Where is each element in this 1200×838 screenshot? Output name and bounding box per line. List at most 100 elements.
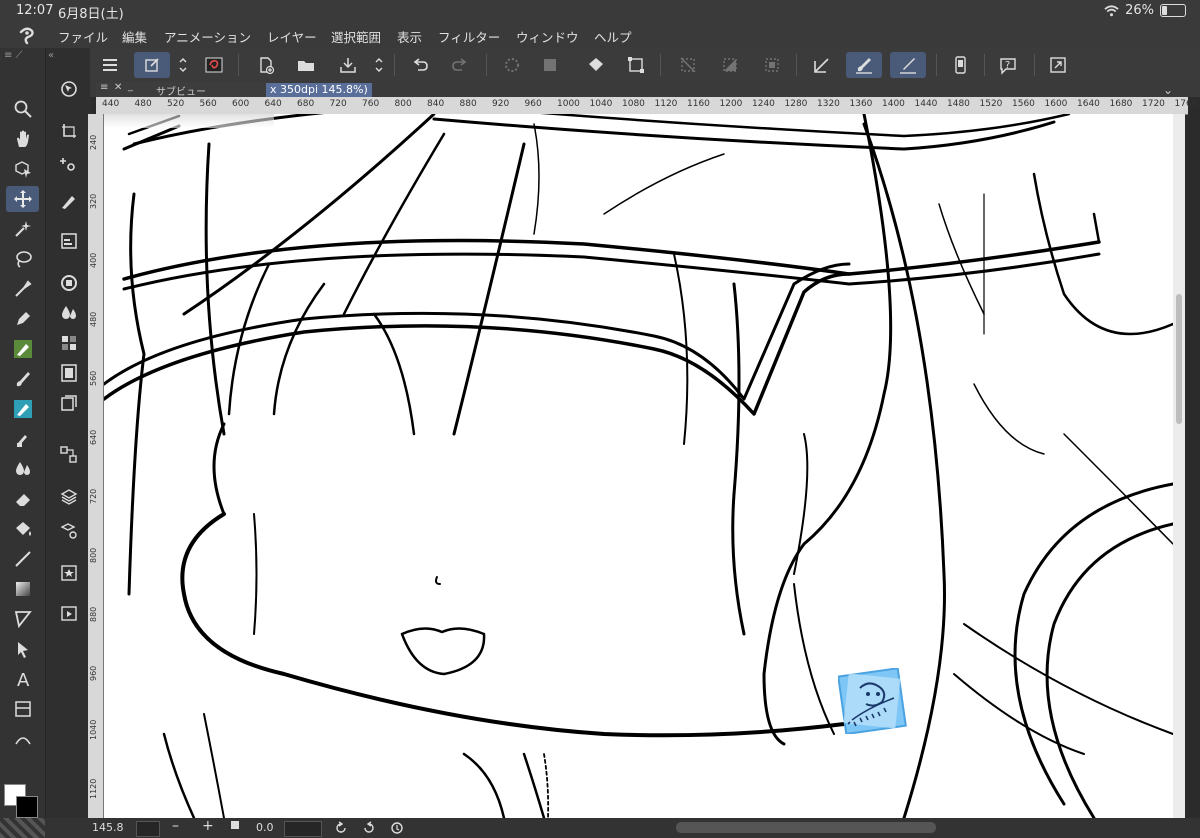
tool-airbrush[interactable] xyxy=(6,396,39,422)
selection-launcher-button[interactable] xyxy=(758,52,786,78)
tool-line[interactable] xyxy=(6,546,39,572)
subtool-color-wheel[interactable] xyxy=(52,270,85,296)
menu-selection[interactable]: 選択範囲 xyxy=(331,27,381,46)
menu-view[interactable]: 表示 xyxy=(397,27,422,46)
subview-menu-icon[interactable]: ≡ xyxy=(100,82,108,93)
fill-button[interactable] xyxy=(582,52,610,78)
tool-ruler[interactable] xyxy=(6,726,39,752)
tool-move[interactable] xyxy=(6,186,39,212)
menu-layer[interactable]: レイヤー xyxy=(267,27,317,46)
subtool-layer-property[interactable] xyxy=(52,228,85,254)
subtool-color-drops[interactable] xyxy=(52,300,85,326)
tool-text[interactable]: A xyxy=(6,666,39,692)
sub-color-swatch[interactable] xyxy=(16,796,38,818)
save-button[interactable] xyxy=(334,52,362,78)
stepper-up-down-2[interactable] xyxy=(372,52,386,78)
tool-operation[interactable] xyxy=(6,636,39,662)
menu-help[interactable]: ヘルプ xyxy=(594,27,632,46)
app-logo-icon[interactable] xyxy=(16,25,38,45)
subtool-color-set[interactable] xyxy=(52,330,85,356)
menu-animation[interactable]: アニメーション xyxy=(164,27,251,46)
subtool-brush-size[interactable] xyxy=(52,188,85,214)
invert-selection-button[interactable] xyxy=(716,52,744,78)
tool-zoom[interactable] xyxy=(6,96,39,122)
tool-pencil[interactable] xyxy=(6,336,39,362)
subtool-animation-cels[interactable] xyxy=(52,390,85,416)
document-info[interactable]: x 350dpi 145.8%) xyxy=(266,83,372,97)
text-a-icon: A xyxy=(17,670,30,689)
zoom-field[interactable] xyxy=(136,821,160,837)
close-icon[interactable]: ✕ xyxy=(114,82,122,93)
chevron-down-icon[interactable]: ⌄ xyxy=(1163,83,1173,97)
tool-frame[interactable] xyxy=(6,606,39,632)
menu-filter[interactable]: フィルター xyxy=(438,27,500,46)
rotation-value[interactable]: 0.0 xyxy=(256,821,274,834)
tool-brush[interactable] xyxy=(6,366,39,392)
tool-decoration[interactable] xyxy=(6,426,39,452)
clear-button[interactable] xyxy=(536,52,564,78)
tool-object[interactable] xyxy=(6,156,39,182)
subtool-material[interactable] xyxy=(52,560,85,586)
horizontal-scrollbar[interactable] xyxy=(676,822,936,833)
drawing-canvas[interactable] xyxy=(104,114,1173,818)
transparent-color-swatch[interactable] xyxy=(0,818,45,838)
menu-file[interactable]: ファイル xyxy=(58,27,108,46)
fit-screen-button[interactable] xyxy=(231,821,239,829)
scroll-thumb[interactable] xyxy=(1176,294,1182,424)
subtool-settings[interactable] xyxy=(52,152,85,178)
tool-eyedropper[interactable] xyxy=(6,276,39,302)
tool-balloon[interactable] xyxy=(6,696,39,722)
menu-toggle-button[interactable] xyxy=(96,52,124,78)
open-folder-button[interactable] xyxy=(292,52,320,78)
new-canvas-icon xyxy=(145,58,159,72)
snap-special-ruler-button[interactable] xyxy=(846,52,882,78)
zoom-value[interactable]: 145.8 xyxy=(92,821,124,834)
tool-hand[interactable] xyxy=(6,126,39,152)
undo-button[interactable] xyxy=(406,52,434,78)
rotate-left-icon[interactable] xyxy=(334,821,348,835)
tool-auto-select[interactable] xyxy=(6,216,39,242)
subtool-layer-settings[interactable] xyxy=(52,518,85,544)
help-button[interactable]: ? xyxy=(994,52,1022,78)
decoration-pen-icon xyxy=(16,435,27,447)
zoom-out-button[interactable]: – xyxy=(172,818,179,834)
tool-gradient[interactable] xyxy=(6,576,39,602)
vertical-scrollbar[interactable] xyxy=(1173,114,1185,818)
clip-studio-button[interactable] xyxy=(200,52,228,78)
save-tray-icon xyxy=(340,58,356,73)
smartphone-button[interactable] xyxy=(946,52,974,78)
cels-icon xyxy=(60,395,77,411)
fullscreen-button[interactable] xyxy=(1044,52,1072,78)
status-bar: 12:07 6月8日(土) 26% xyxy=(0,0,1200,22)
zoom-in-button[interactable]: + xyxy=(202,818,214,834)
snap-grid-button[interactable] xyxy=(890,52,926,78)
rotate-right-icon[interactable] xyxy=(362,821,376,835)
subtool-transform[interactable] xyxy=(52,118,85,144)
reset-rotation-icon[interactable] xyxy=(390,821,404,835)
tool-pen[interactable] xyxy=(6,306,39,332)
subtool-layer-search[interactable] xyxy=(52,442,85,468)
subtool-timelapse[interactable] xyxy=(52,600,85,626)
subtool-layers[interactable] xyxy=(52,484,85,510)
transform-button[interactable] xyxy=(622,52,650,78)
tool-lasso[interactable] xyxy=(6,246,39,272)
palette-header[interactable]: ≡ ⟋ xyxy=(4,50,41,62)
rotation-field[interactable] xyxy=(284,821,322,837)
minimize-icon[interactable]: _ xyxy=(128,81,133,92)
subtool-timeline[interactable] xyxy=(52,360,85,386)
stepper-up-down-1[interactable] xyxy=(176,52,190,78)
tool-blend[interactable] xyxy=(6,456,39,482)
tool-eraser[interactable] xyxy=(6,486,39,512)
new-canvas-button[interactable] xyxy=(134,52,170,78)
tool-fill[interactable] xyxy=(6,516,39,542)
ruler-tick-label: 1520 xyxy=(979,99,1003,109)
new-file-button[interactable] xyxy=(252,52,280,78)
ruler-snap-button[interactable] xyxy=(808,52,836,78)
redo-button[interactable] xyxy=(446,52,474,78)
subview-title: サブビュー xyxy=(156,87,206,98)
menu-window[interactable]: ウィンドウ xyxy=(516,27,579,46)
menu-edit[interactable]: 編集 xyxy=(122,27,147,46)
subtool-navigator[interactable] xyxy=(52,76,85,102)
subpalette-header[interactable]: « xyxy=(48,50,88,62)
deselect-button[interactable] xyxy=(674,52,702,78)
